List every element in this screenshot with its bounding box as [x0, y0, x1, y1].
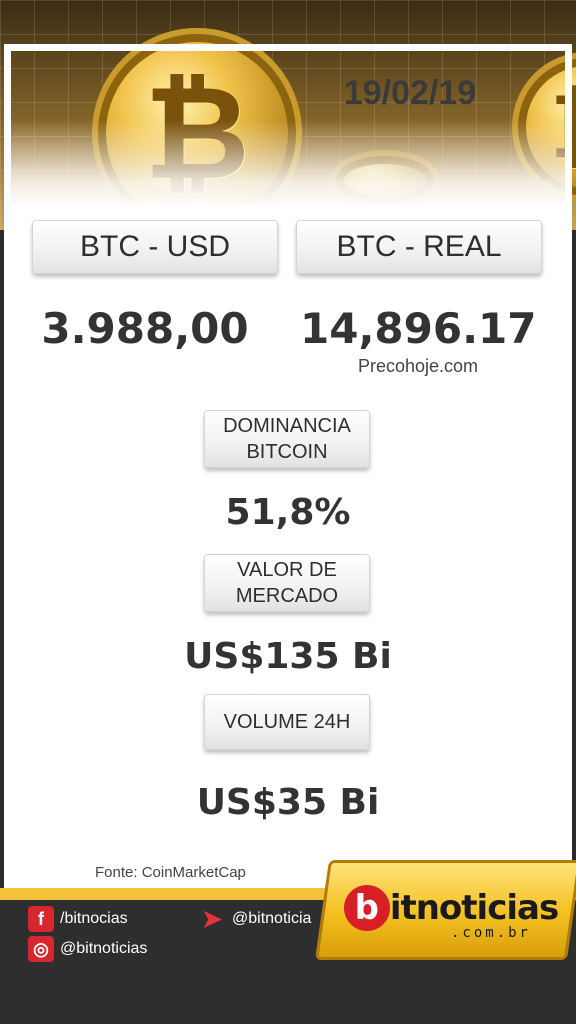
volume-label-text: VOLUME 24H: [223, 711, 351, 733]
brand-letter-icon: b: [343, 885, 390, 931]
source-note: Fonte: CoinMarketCap: [95, 864, 246, 881]
btc-real-source: Precohoje.com: [357, 356, 479, 376]
instagram-link[interactable]: ◎ @bitnoticias: [28, 936, 147, 962]
market-cap-label: VALOR DE MERCADO: [204, 554, 370, 612]
btc-real-label: BTC - REAL: [296, 220, 542, 274]
facebook-handle: /bitnocias: [60, 910, 128, 927]
telegram-link[interactable]: ➤ @bitnoticia: [198, 905, 312, 933]
dominance-label-line1: DOMINANCIA: [223, 415, 351, 437]
market-cap-label-line1: VALOR DE: [237, 559, 337, 581]
dominance-label-line2: BITCOIN: [246, 441, 328, 463]
dominance-value: 51,8%: [225, 492, 351, 533]
facebook-link[interactable]: f /bitnocias: [28, 906, 128, 932]
white-frame: [4, 44, 572, 902]
infographic: ₿ ₿ 19/02/19 BTC - USD 3.988,00 BTC - RE…: [0, 0, 576, 1024]
date-label: 19/02/19: [343, 74, 477, 112]
brand-domain: .com.br: [450, 925, 531, 941]
volume-value: US$35 Bi: [196, 782, 380, 823]
brand-logo[interactable]: b itnoticias .com.br: [336, 878, 566, 948]
btc-real-value: 14,896.17: [300, 304, 537, 353]
btc-usd-label-text: BTC - USD: [80, 230, 230, 263]
btc-usd-label: BTC - USD: [32, 220, 278, 274]
brand-name: itnoticias: [389, 888, 559, 928]
dominance-label: DOMINANCIA BITCOIN: [204, 410, 370, 468]
btc-usd-value: 3.988,00: [41, 304, 249, 353]
telegram-icon: ➤: [201, 905, 223, 933]
market-cap-value: US$135 Bi: [184, 636, 392, 677]
market-cap-label-line2: MERCADO: [235, 585, 339, 607]
instagram-icon: ◎: [28, 936, 54, 962]
facebook-icon: f: [28, 906, 54, 932]
telegram-handle: @bitnoticia: [232, 910, 312, 927]
volume-label: VOLUME 24H: [204, 694, 370, 750]
instagram-handle: @bitnoticias: [60, 940, 148, 957]
btc-real-label-text: BTC - REAL: [336, 230, 502, 263]
